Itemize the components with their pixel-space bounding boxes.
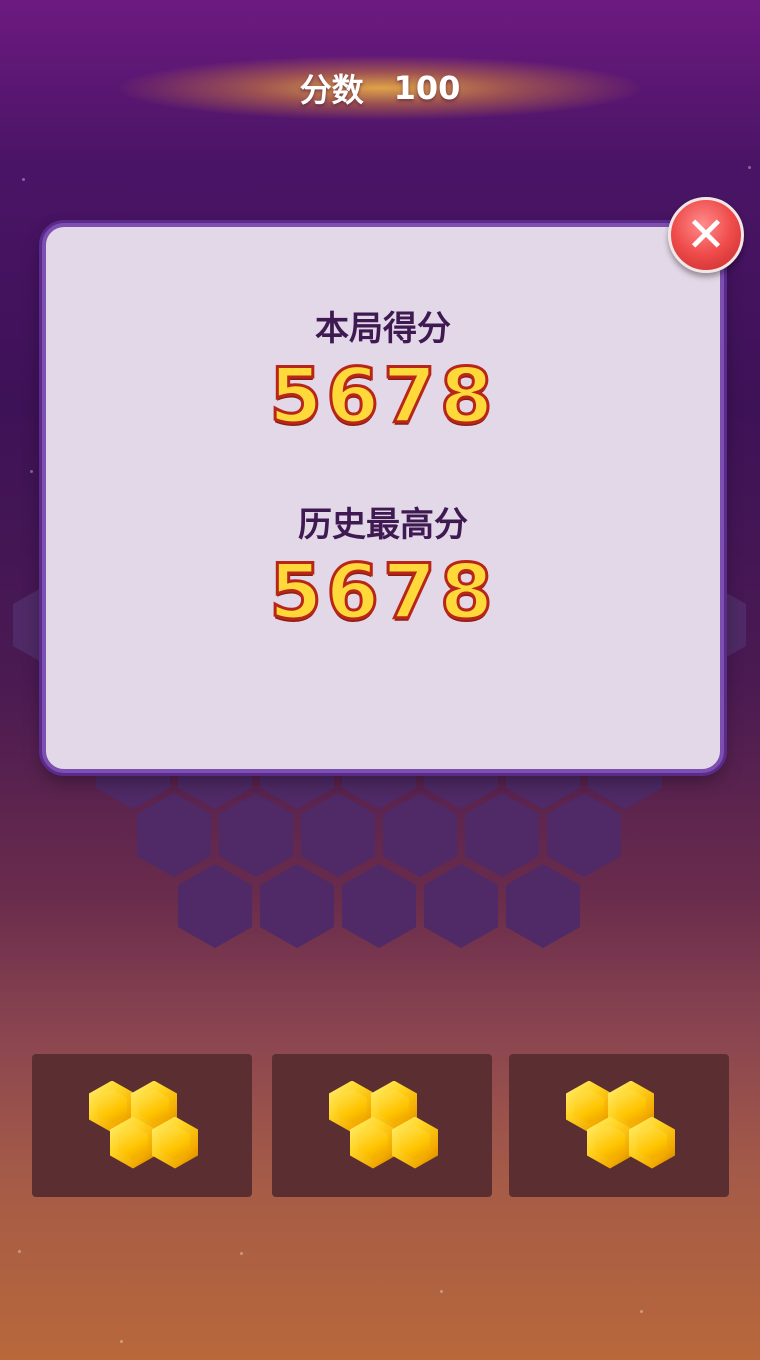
- board-cell[interactable]: [301, 793, 375, 877]
- board-cell[interactable]: [137, 793, 211, 877]
- result-dialog: 本局得分 5678 历史最高分 5678: [42, 223, 724, 773]
- current-score-value: 5678: [268, 350, 497, 442]
- piece-tray-3[interactable]: [509, 1054, 729, 1197]
- current-score-label: 本局得分: [315, 309, 451, 349]
- close-icon: ✕: [685, 207, 727, 263]
- close-button[interactable]: ✕: [668, 197, 744, 273]
- piece-tray-2[interactable]: [272, 1054, 492, 1197]
- board-cell[interactable]: [383, 793, 457, 877]
- board-cell[interactable]: [260, 864, 334, 948]
- board-cell[interactable]: [424, 864, 498, 948]
- board-cell[interactable]: [547, 793, 621, 877]
- honeycomb-piece[interactable]: [564, 1080, 675, 1171]
- best-score-label: 历史最高分: [298, 505, 468, 545]
- honeycomb-piece[interactable]: [87, 1080, 198, 1171]
- board-cell[interactable]: [506, 864, 580, 948]
- honeycomb-piece[interactable]: [327, 1080, 438, 1171]
- board-cell[interactable]: [342, 864, 416, 948]
- best-score-value: 5678: [268, 546, 497, 638]
- board-cell[interactable]: [178, 864, 252, 948]
- board-cell[interactable]: [465, 793, 539, 877]
- board-cell[interactable]: [219, 793, 293, 877]
- piece-tray-1[interactable]: [32, 1054, 252, 1197]
